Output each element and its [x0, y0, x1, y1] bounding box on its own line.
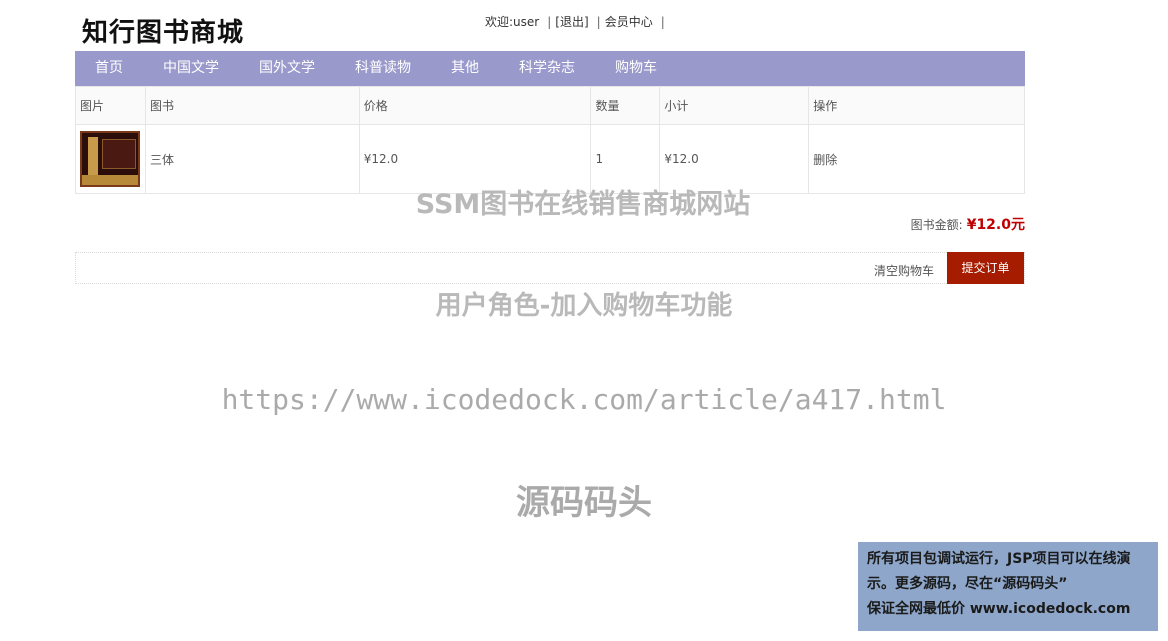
- separator: |: [547, 15, 552, 29]
- submit-order-button[interactable]: 提交订单: [947, 252, 1024, 284]
- watermark-url: https://www.icodedock.com/article/a417.h…: [221, 383, 947, 416]
- nav-item-home[interactable]: 首页: [95, 51, 123, 86]
- clear-cart-link[interactable]: 清空购物车: [874, 262, 934, 279]
- total-amount: ¥12.0元: [966, 217, 1025, 233]
- nav-item-cart[interactable]: 购物车: [615, 51, 657, 86]
- site-logo[interactable]: 知行图书商城: [82, 12, 244, 49]
- separator: |: [660, 15, 665, 29]
- column-header-image: 图片: [75, 86, 146, 125]
- column-header-book: 图书: [144, 86, 360, 125]
- promo-line: 保证全网最低价 www.icodedock.com: [867, 601, 1131, 617]
- nav-item-popular-science[interactable]: 科普读物: [355, 51, 411, 86]
- welcome-text: 欢迎:user: [485, 15, 540, 29]
- cart-action-bar: 清空购物车 提交订单: [75, 252, 1025, 284]
- member-center-link[interactable]: 会员中心: [605, 15, 653, 29]
- table-header-row: 图片 图书 价格 数量 小计 操作: [75, 86, 1025, 125]
- book-cover-image[interactable]: [80, 131, 140, 187]
- column-header-price: 价格: [358, 86, 592, 125]
- logout-link[interactable]: [退出]: [555, 15, 588, 29]
- cart-total: 图书金额: ¥12.0元: [911, 214, 1025, 234]
- promo-banner: 所有项目包调试运行，JSP项目可以在线演 示。更多源码，尽在“源码码头” 保证全…: [858, 542, 1158, 631]
- column-header-subtotal: 小计: [659, 86, 810, 125]
- user-bar: 欢迎:user | [退出] | 会员中心 |: [485, 13, 669, 30]
- column-header-action: 操作: [808, 86, 1025, 125]
- nav-item-foreign-literature[interactable]: 国外文学: [259, 51, 315, 86]
- watermark-subtitle: 用户角色-加入购物车功能: [435, 291, 733, 321]
- cart-table: 图片 图书 价格 数量 小计 操作 三体 ¥12.0 1 ¥12.0 删除: [75, 86, 1025, 194]
- column-header-quantity: 数量: [590, 86, 661, 125]
- main-nav: 首页 中国文学 国外文学 科普读物 其他 科学杂志 购物车: [75, 51, 1025, 86]
- nav-item-other[interactable]: 其他: [451, 51, 479, 86]
- watermark-brand: 源码码头: [516, 483, 652, 523]
- separator: |: [596, 15, 601, 29]
- promo-line: 所有项目包调试运行，JSP项目可以在线演: [867, 551, 1131, 567]
- nav-item-science-magazine[interactable]: 科学杂志: [519, 51, 575, 86]
- nav-item-chinese-literature[interactable]: 中国文学: [163, 51, 219, 86]
- total-label: 图书金额:: [910, 218, 963, 232]
- promo-line: 示。更多源码，尽在“源码码头”: [867, 576, 1068, 592]
